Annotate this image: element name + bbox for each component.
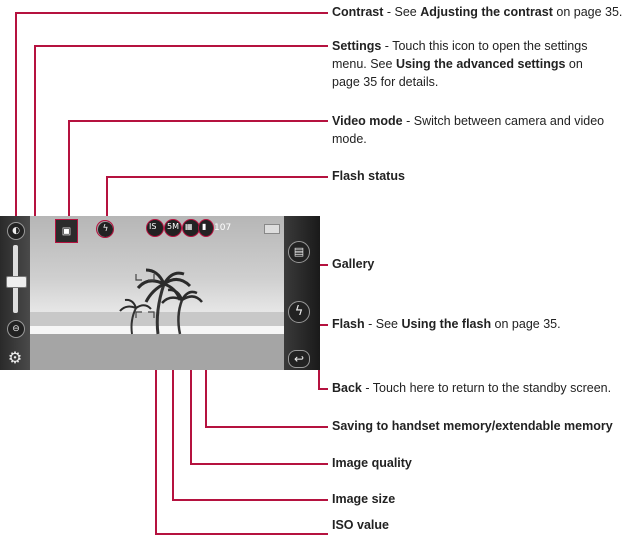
back-title: Back <box>332 381 362 395</box>
flash-title: Flash <box>332 317 365 331</box>
quality-leader-h <box>190 463 328 465</box>
video-mode-label: Video mode - Switch between camera and v… <box>332 112 604 148</box>
image-size-label: Image size <box>332 490 395 508</box>
settings-line3: page 35 for details. <box>332 75 439 89</box>
flash-status-ring <box>96 220 114 238</box>
flash-status-leader-v <box>106 176 108 220</box>
iso-value-label: ISO value <box>332 516 389 534</box>
flash-text2: on page 35. <box>491 317 561 331</box>
size-leader-h <box>172 499 328 501</box>
settings-label: Settings - Touch this icon to open the s… <box>332 37 587 91</box>
settings-text1: - Touch this icon to open the settings <box>381 39 588 53</box>
image-quality-label: Image quality <box>332 454 412 472</box>
image-size-title: Image size <box>332 492 396 506</box>
image-quality-icon-glyph: ▦ <box>185 222 193 231</box>
flash-status-title: Flash status <box>332 169 405 183</box>
contrast-icon[interactable]: ◐ <box>7 222 25 240</box>
contrast-slider-thumb[interactable] <box>6 276 27 288</box>
saving-title: Saving to handset memory/extendable memo… <box>332 419 613 433</box>
contrast-leader-h <box>15 12 328 14</box>
video-mode-title: Video mode <box>332 114 403 128</box>
video-mode-line2: mode. <box>332 132 367 146</box>
shots-remaining: 107 <box>214 223 232 233</box>
contrast-leader-v <box>15 12 17 228</box>
video-mode-leader-h <box>68 120 328 122</box>
settings-line2b: on <box>565 57 583 71</box>
flash-text1: - See <box>364 317 402 331</box>
battery-icon <box>264 224 280 234</box>
saving-label: Saving to handset memory/extendable memo… <box>332 417 613 435</box>
contrast-link: Adjusting the contrast <box>420 5 553 19</box>
contrast-title: Contrast <box>332 5 384 19</box>
gallery-title: Gallery <box>332 257 375 271</box>
right-toolbar <box>284 216 320 370</box>
gallery-label: Gallery <box>332 255 374 273</box>
video-mode-text1: - Switch between camera and video <box>402 114 605 128</box>
flash-status-label: Flash status <box>332 167 405 185</box>
settings-title: Settings <box>332 39 382 53</box>
settings-link: Using the advanced settings <box>395 57 566 71</box>
back-leader-h <box>318 388 328 390</box>
back-text1: - Touch here to return to the standby sc… <box>361 381 612 395</box>
settings-icon[interactable]: ⚙ <box>6 349 24 367</box>
contrast-label: Contrast - See Adjusting the contrast on… <box>332 3 622 21</box>
image-size-icon-glyph: 5M <box>167 222 179 231</box>
memory-icon-glyph: ▮ <box>202 222 207 231</box>
gallery-icon[interactable]: ▤ <box>288 241 310 263</box>
settings-leader-h <box>34 45 328 47</box>
contrast-text2: on page 35. <box>552 5 623 19</box>
camera-viewfinder-screen <box>0 216 320 370</box>
flash-link: Using the flash <box>401 317 492 331</box>
flash-icon[interactable]: ϟ <box>288 301 310 323</box>
back-label: Back - Touch here to return to the stand… <box>332 379 611 397</box>
iso-icon-glyph: IS <box>149 222 157 231</box>
contrast-minus-icon[interactable]: ⊖ <box>7 320 25 338</box>
contrast-text1: - See <box>383 5 421 19</box>
flash-label: Flash - See Using the flash on page 35. <box>332 315 561 333</box>
settings-line2: menu. See <box>332 57 396 71</box>
video-mode-leader-v <box>68 120 70 218</box>
flash-status-leader-h <box>106 176 328 178</box>
image-quality-title: Image quality <box>332 456 412 470</box>
video-mode-icon[interactable]: ▣ <box>55 219 78 243</box>
iso-value-title: ISO value <box>332 518 389 532</box>
iso-leader-h <box>155 533 328 535</box>
saving-leader-h <box>205 426 328 428</box>
back-icon[interactable]: ↩ <box>288 350 310 368</box>
